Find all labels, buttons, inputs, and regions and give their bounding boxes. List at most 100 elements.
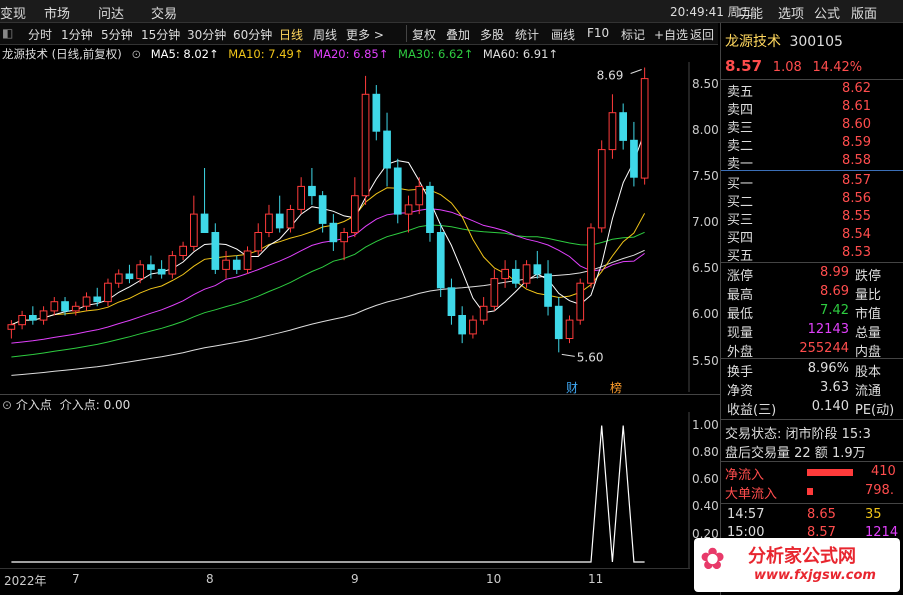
ind-tick-label: 0.80 <box>692 444 719 459</box>
bid-price: 8.55 <box>842 209 871 224</box>
ma-legend: 龙源技术 (日线,前复权) ⊙ MA5: 8.02↑ MA10: 7.49↑ M… <box>2 46 564 62</box>
tab-15min[interactable]: 15分钟 <box>141 26 180 43</box>
tab-5min[interactable]: 5分钟 <box>101 26 133 43</box>
candle <box>533 264 542 275</box>
ask-label: 卖五 <box>727 85 754 100</box>
stock-title: 龙源技术 (日线,前复权) <box>2 47 122 61</box>
btn-stats[interactable]: 统计 <box>515 26 539 43</box>
bid-price: 8.54 <box>842 227 871 242</box>
ask-row[interactable]: 卖五 8.62 <box>725 81 901 100</box>
bid-row[interactable]: 买五 8.53 <box>725 245 901 264</box>
menu-item-trade[interactable]: 交易 <box>151 3 177 22</box>
candle <box>565 319 574 340</box>
indicator-chart[interactable] <box>0 412 690 568</box>
x-label-aug: 8 <box>206 572 214 586</box>
y-tick-label: 8.50 <box>692 77 719 92</box>
candle <box>125 273 134 280</box>
ma60-line <box>11 249 645 376</box>
stat-label: 最低 <box>727 307 754 322</box>
candle <box>222 259 230 270</box>
legend-toggle-icon[interactable]: ⊙ <box>131 47 141 61</box>
menu-item-options[interactable]: 选项 <box>778 3 804 22</box>
btn-fuquan[interactable]: 复权 <box>412 26 436 43</box>
tab-fenshi[interactable]: 分时 <box>28 26 52 43</box>
panel-icon[interactable]: ◧ <box>2 26 13 40</box>
btn-draw[interactable]: 画线 <box>551 26 575 43</box>
x-label-nov: 11 <box>588 572 604 586</box>
x-label-oct: 10 <box>486 572 502 586</box>
candlestick-chart[interactable]: 8.69 5.60 <box>0 62 690 392</box>
bid-row[interactable]: 买一 8.57 <box>725 173 901 192</box>
ask-price: 8.60 <box>842 117 871 132</box>
tab-60min[interactable]: 60分钟 <box>233 26 272 43</box>
candle <box>458 315 466 335</box>
menu-item-formula[interactable]: 公式 <box>814 3 840 22</box>
stat-label: 换手 <box>727 365 754 380</box>
candle <box>393 167 402 215</box>
candle <box>554 305 563 340</box>
price-line: 8.57 1.08 14.42% <box>725 57 862 75</box>
y-tick-label: 5.50 <box>692 353 719 368</box>
finance-badge[interactable]: 财 <box>566 379 578 396</box>
candle <box>576 282 585 321</box>
bid-row[interactable]: 买四 8.54 <box>725 227 901 246</box>
btn-multi[interactable]: 多股 <box>480 26 504 43</box>
stat-label: 涨停 <box>727 269 754 284</box>
candle <box>168 255 177 275</box>
bid-row[interactable]: 买三 8.55 <box>725 209 901 228</box>
net-inflow-value: 410 <box>871 464 896 479</box>
ask-row[interactable]: 卖一 8.58 <box>725 153 901 172</box>
period-toolbar: ◧ 分时 1分钟 5分钟 15分钟 30分钟 60分钟 日线 周线 更多 > 复… <box>0 23 718 45</box>
btn-overlay[interactable]: 叠加 <box>446 26 470 43</box>
bid-label: 买一 <box>727 177 754 192</box>
indicator-toggle-icon[interactable]: ⊙ <box>2 398 12 412</box>
indicator-header: ⊙ 介入点 介入点: 0.00 <box>2 396 130 413</box>
menu-item-0[interactable]: 变现 <box>0 3 26 22</box>
candle <box>479 305 488 321</box>
candle <box>7 324 16 330</box>
menu-item-layout[interactable]: 版面 <box>851 3 877 22</box>
big-inflow-bar <box>807 488 813 495</box>
btn-add-watchlist[interactable]: +自选 <box>654 26 688 43</box>
tab-30min[interactable]: 30分钟 <box>187 26 226 43</box>
btn-back[interactable]: 返回 <box>690 26 714 43</box>
bid-price: 8.56 <box>842 191 871 206</box>
tab-daily[interactable]: 日线 <box>279 26 303 43</box>
x-axis: 2022年 7 8 9 10 11 <box>0 568 690 591</box>
stat-row: 涨停 8.99 跌停 <box>725 265 901 284</box>
stat-value: 7.42 <box>820 303 849 318</box>
stat-label-2: 总量 <box>855 326 882 341</box>
menu-item-wenda[interactable]: 问达 <box>98 3 124 22</box>
candle <box>340 232 348 243</box>
candle <box>254 232 263 252</box>
tick-time: 14:57 <box>727 507 765 522</box>
candle <box>71 305 80 312</box>
bid-row[interactable]: 买二 8.56 <box>725 191 901 210</box>
big-inflow: 大单流入 798. <box>725 483 901 502</box>
candle <box>426 185 434 233</box>
tab-weekly[interactable]: 周线 <box>313 26 337 43</box>
menu-item-function[interactable]: 功能 <box>737 3 763 22</box>
stat-value: 8.96% <box>807 361 849 376</box>
tab-more[interactable]: 更多 > <box>346 26 384 43</box>
quote-header: 龙源技术 300105 <box>725 31 843 51</box>
logo-url: www.fxjgsw.com <box>754 568 876 583</box>
candle <box>18 315 26 326</box>
ask-row[interactable]: 卖四 8.61 <box>725 99 901 118</box>
quote-divider-6 <box>721 503 903 504</box>
ranking-badge[interactable]: 榜 <box>610 379 622 396</box>
ind-tick-label: 0.40 <box>692 499 719 514</box>
ask-row[interactable]: 卖三 8.60 <box>725 117 901 136</box>
btn-mark[interactable]: 标记 <box>621 26 645 43</box>
tab-1min[interactable]: 1分钟 <box>61 26 93 43</box>
ask-price: 8.61 <box>842 99 871 114</box>
flower-icon: ✿ <box>700 542 726 577</box>
net-inflow: 净流入 410 <box>725 464 901 483</box>
menu-item-market[interactable]: 市场 <box>44 3 70 22</box>
quote-divider <box>721 79 903 80</box>
candle <box>136 264 145 280</box>
ask-row[interactable]: 卖二 8.59 <box>725 135 901 154</box>
candle <box>587 227 595 284</box>
btn-f10[interactable]: F10 <box>587 26 609 40</box>
candle <box>404 204 413 215</box>
